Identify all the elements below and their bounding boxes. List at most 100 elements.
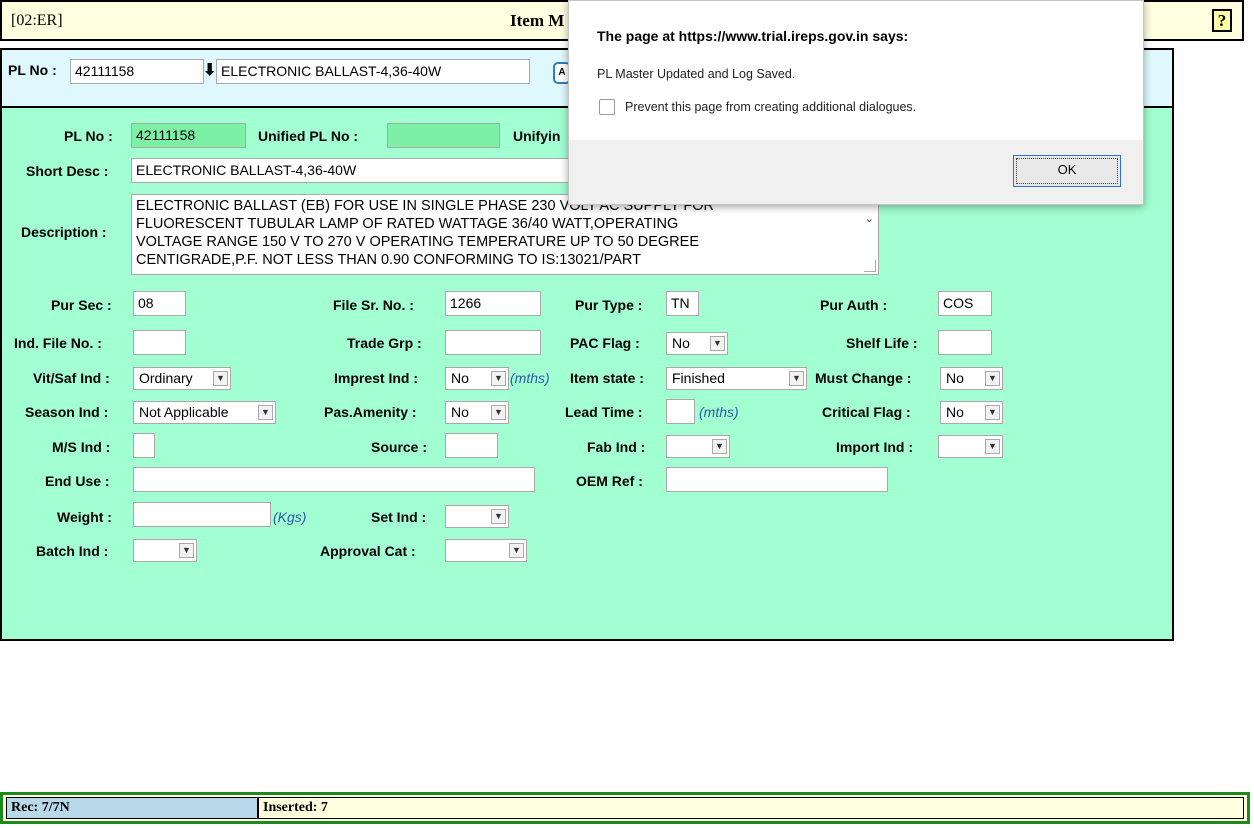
chevron-down-icon: ▼	[985, 439, 1000, 454]
pac-flag-select[interactable]: No ▼	[666, 332, 728, 355]
weight-field[interactable]	[133, 502, 271, 527]
dialog-message: PL Master Updated and Log Saved.	[597, 67, 796, 81]
ind-file-no-label: Ind. File No. :	[14, 335, 102, 351]
chevron-down-icon: ▼	[491, 509, 506, 524]
file-sr-no-field[interactable]: 1266	[445, 291, 541, 316]
prevent-dialogs-checkbox[interactable]	[599, 99, 615, 115]
record-counter: Rec: 7/7N	[6, 797, 258, 819]
season-ind-select[interactable]: Not Applicable ▼	[133, 401, 276, 424]
chevron-down-icon: ▼	[509, 543, 524, 558]
description-text: ELECTRONIC BALLAST (EB) FOR USE IN SINGL…	[136, 198, 715, 268]
oem-ref-field[interactable]	[666, 467, 888, 492]
ms-ind-label: M/S Ind :	[52, 439, 111, 455]
fab-ind-select[interactable]: ▼	[666, 435, 730, 458]
chevron-down-icon: ▼	[712, 439, 727, 454]
oem-ref-label: OEM Ref :	[576, 473, 643, 489]
batch-ind-label: Batch Ind :	[36, 543, 109, 559]
pur-auth-label: Pur Auth :	[820, 297, 888, 313]
pur-sec-field[interactable]: 08	[133, 291, 186, 316]
pl-no-field[interactable]: 42111158	[131, 123, 246, 148]
ok-button[interactable]: OK	[1013, 155, 1121, 187]
description-label: Description :	[21, 224, 107, 240]
inserted-status: Inserted: 7	[258, 797, 1244, 819]
critical-flag-value: No	[946, 404, 964, 420]
file-sr-no-label: File Sr. No. :	[333, 297, 414, 313]
shelf-life-field[interactable]	[938, 330, 992, 355]
season-ind-value: Not Applicable	[139, 404, 229, 420]
unified-pl-field[interactable]	[387, 123, 500, 148]
prevent-dialogs-label[interactable]: Prevent this page from creating addition…	[625, 100, 916, 114]
vit-saf-ind-select[interactable]: Ordinary ▼	[133, 367, 231, 390]
must-change-value: No	[946, 370, 964, 386]
vit-saf-ind-label: Vit/Saf Ind :	[33, 370, 110, 386]
window-code: [02:ER]	[11, 12, 63, 29]
must-change-select[interactable]: No ▼	[940, 367, 1003, 390]
source-label: Source :	[371, 439, 428, 455]
pur-type-field[interactable]: TN	[666, 291, 699, 316]
source-field[interactable]	[445, 433, 498, 458]
approval-cat-select[interactable]: ▼	[445, 539, 527, 562]
approval-cat-label: Approval Cat :	[320, 543, 416, 559]
pas-amenity-value: No	[451, 404, 469, 420]
vit-saf-ind-value: Ordinary	[139, 370, 193, 386]
item-state-label: Item state :	[570, 370, 644, 386]
pac-flag-label: PAC Flag :	[570, 335, 640, 351]
lead-time-unit: (mths)	[699, 404, 739, 420]
season-ind-label: Season Ind :	[25, 404, 109, 420]
dialog-footer: OK	[569, 140, 1143, 204]
help-icon[interactable]: ?	[1212, 9, 1232, 32]
search-desc-input[interactable]: ELECTRONIC BALLAST-4,36-40W	[216, 59, 530, 84]
batch-ind-select[interactable]: ▼	[133, 539, 197, 562]
fab-ind-label: Fab Ind :	[587, 439, 646, 455]
item-state-value: Finished	[672, 370, 725, 386]
ms-ind-field[interactable]	[133, 433, 155, 458]
chevron-down-icon: ▼	[491, 405, 506, 420]
lead-time-field[interactable]	[666, 399, 695, 424]
pl-no-label: PL No :	[64, 128, 113, 144]
pur-auth-field[interactable]: COS	[938, 291, 992, 316]
end-use-field[interactable]	[133, 467, 535, 492]
set-ind-select[interactable]: ▼	[445, 505, 509, 528]
status-bar: Rec: 7/7N Inserted: 7	[0, 792, 1250, 824]
imprest-ind-select[interactable]: No ▼	[445, 367, 509, 390]
weight-unit: (Kgs)	[273, 509, 307, 525]
pas-amenity-label: Pas.Amenity :	[324, 404, 417, 420]
ind-file-no-field[interactable]	[133, 330, 186, 355]
trade-grp-label: Trade Grp :	[347, 335, 422, 351]
weight-label: Weight :	[57, 509, 112, 525]
imprest-ind-label: Imprest Ind :	[334, 370, 419, 386]
shelf-life-label: Shelf Life :	[846, 335, 918, 351]
short-desc-label: Short Desc :	[26, 163, 109, 179]
imprest-unit: (mths)	[510, 370, 550, 386]
pac-flag-value: No	[672, 335, 690, 351]
critical-flag-select[interactable]: No ▼	[940, 401, 1003, 424]
must-change-label: Must Change :	[815, 370, 912, 386]
chevron-down-icon: ▼	[258, 405, 273, 420]
import-ind-select[interactable]: ▼	[938, 435, 1003, 458]
imprest-ind-value: No	[451, 370, 469, 386]
scroll-down-icon[interactable]: ⌄	[865, 210, 874, 228]
pur-sec-label: Pur Sec :	[51, 297, 112, 313]
trade-grp-field[interactable]	[445, 330, 541, 355]
set-ind-label: Set Ind :	[371, 509, 427, 525]
resize-grip-icon[interactable]	[864, 260, 876, 272]
description-textarea[interactable]: ELECTRONIC BALLAST (EB) FOR USE IN SINGL…	[131, 194, 879, 275]
item-state-select[interactable]: Finished ▼	[666, 367, 807, 390]
download-arrow-icon[interactable]: ⬇	[203, 60, 216, 80]
chevron-down-icon: ▼	[491, 371, 506, 386]
dialog-title: The page at https://www.trial.ireps.gov.…	[597, 28, 909, 44]
chevron-down-icon: ▼	[789, 371, 804, 386]
critical-flag-label: Critical Flag :	[822, 404, 911, 420]
unified-pl-label: Unified PL No :	[258, 128, 359, 144]
short-desc-field[interactable]: ELECTRONIC BALLAST-4,36-40W	[131, 158, 571, 183]
pas-amenity-select[interactable]: No ▼	[445, 401, 509, 424]
chevron-down-icon: ▼	[985, 405, 1000, 420]
page-title: Item M	[510, 11, 565, 30]
import-ind-label: Import Ind :	[836, 439, 913, 455]
chevron-down-icon: ▼	[985, 371, 1000, 386]
chevron-down-icon: ▼	[710, 336, 725, 351]
unifying-label: Unifyin	[513, 128, 561, 144]
chevron-down-icon: ▼	[213, 371, 228, 386]
search-pl-input[interactable]: 42111158	[70, 59, 204, 84]
search-pl-label: PL No :	[8, 62, 57, 78]
